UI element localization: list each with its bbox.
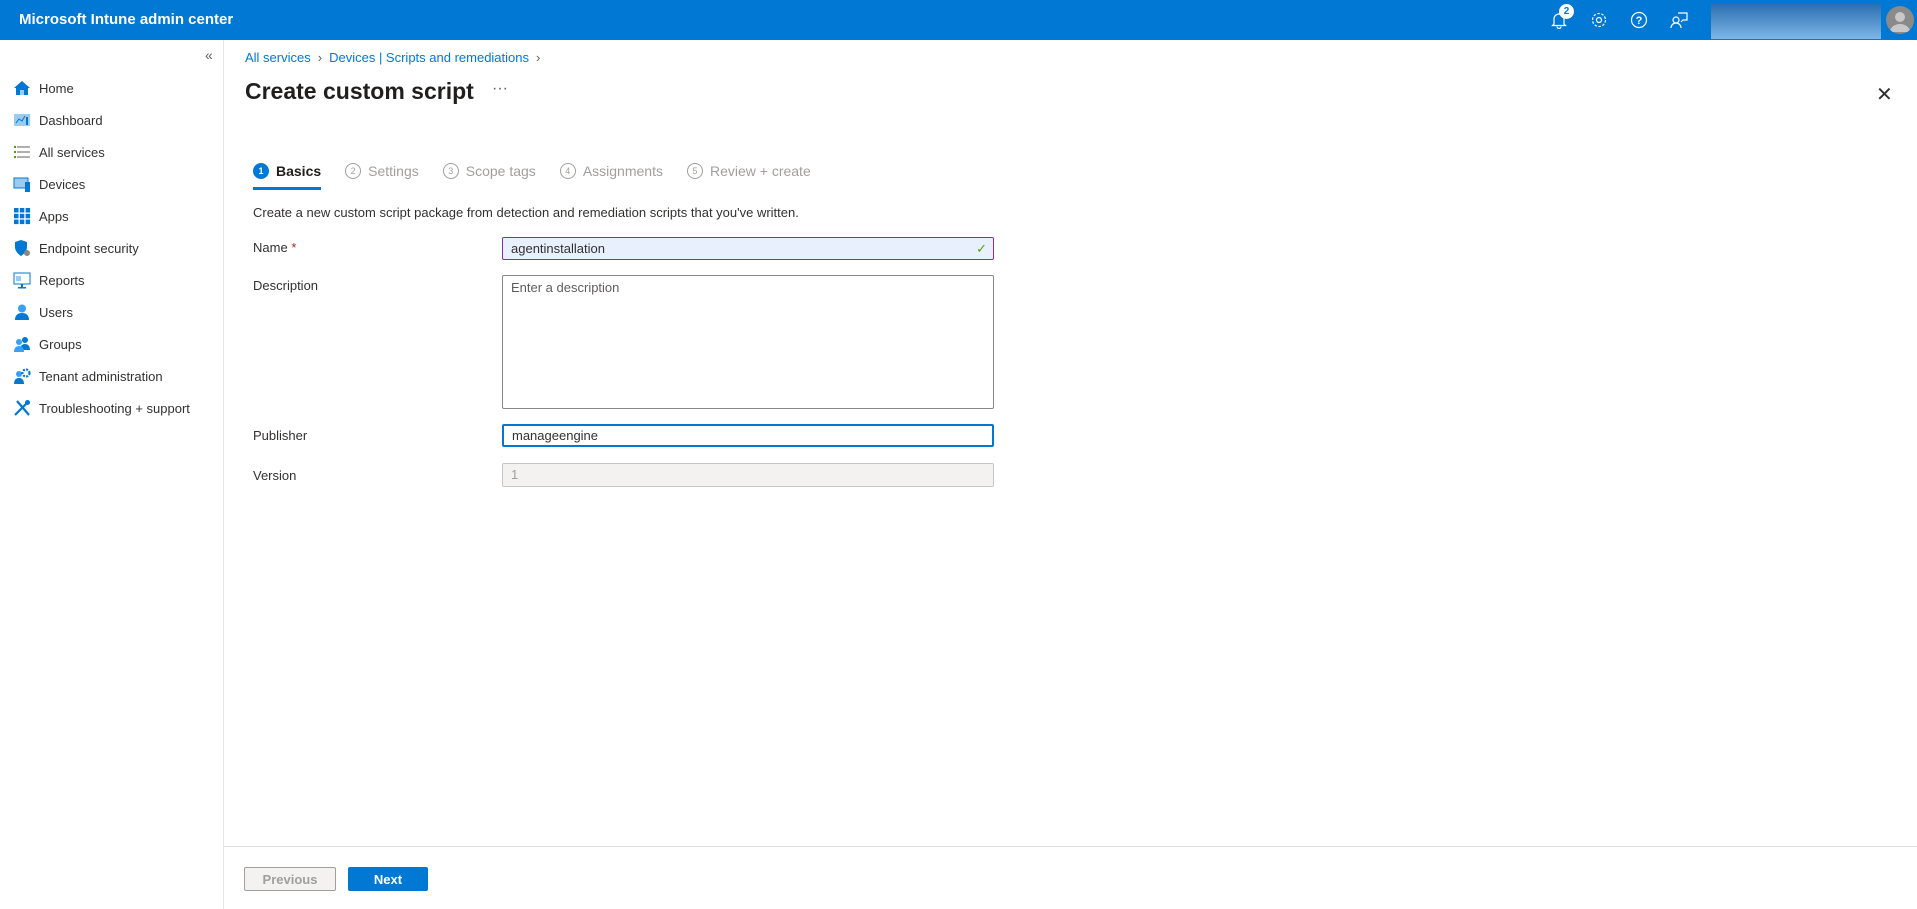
sidebar-item-label: All services — [39, 144, 105, 160]
sidebar-item-all-services[interactable]: All services — [0, 136, 223, 168]
settings-button[interactable] — [1587, 8, 1611, 32]
chevron-right-icon: › — [536, 50, 541, 65]
step-number: 4 — [559, 163, 576, 179]
gear-icon — [1591, 12, 1607, 28]
step-label: Review + create — [709, 163, 811, 179]
version-label: Version — [253, 468, 297, 483]
intro-text: Create a new custom script package from … — [253, 205, 799, 220]
step-number: 2 — [345, 163, 362, 179]
name-input[interactable]: agentinstallation ✓ — [502, 237, 994, 260]
name-label: Name * — [253, 240, 296, 255]
footer-divider — [224, 846, 1917, 847]
sidebar: « Home Dashboard All services Devices Apps En… — [0, 40, 224, 909]
close-icon[interactable]: ✕ — [1876, 82, 1893, 107]
tab-basics[interactable]: 1 Basics — [253, 161, 322, 190]
step-number: 1 — [253, 163, 269, 179]
sidebar-item-label: Groups — [39, 336, 82, 352]
sidebar-item-label: Troubleshooting + support — [39, 400, 190, 416]
sidebar-item-label: Apps — [39, 208, 69, 224]
publisher-input[interactable]: manageengine — [502, 424, 994, 447]
sidebar-item-users[interactable]: Users — [0, 296, 223, 328]
sidebar-item-apps[interactable]: Apps — [0, 200, 223, 232]
breadcrumb-devices-scripts[interactable]: Devices | Scripts and remediations — [329, 50, 529, 65]
check-icon: ✓ — [976, 241, 987, 256]
page-title: Create custom script — [245, 78, 474, 104]
chevron-right-icon: › — [317, 50, 323, 65]
name-label-text: Name — [253, 240, 288, 255]
help-icon: ? — [1630, 11, 1648, 29]
step-label: Settings — [368, 163, 419, 179]
step-label: Basics — [276, 163, 322, 179]
notification-badge: 2 — [1559, 4, 1574, 19]
tab-review-create[interactable]: 5 Review + create — [686, 161, 811, 181]
sidebar-item-dashboard[interactable]: Dashboard — [0, 104, 223, 136]
description-input[interactable] — [502, 275, 994, 409]
help-button[interactable]: ? — [1627, 8, 1651, 32]
devices-icon — [13, 175, 31, 193]
tab-scope-tags[interactable]: 3 Scope tags — [442, 161, 536, 181]
groups-icon — [13, 335, 31, 353]
shield-icon — [13, 239, 31, 257]
sidebar-item-tenant-administration[interactable]: Tenant administration — [0, 360, 223, 392]
sidebar-item-label: Tenant administration — [39, 368, 163, 384]
sidebar-item-label: Devices — [39, 176, 86, 192]
sidebar-item-label: Dashboard — [39, 112, 103, 128]
step-number: 5 — [686, 163, 703, 179]
top-bar: Microsoft Intune admin center 2 ? — [0, 0, 1917, 40]
collapse-sidebar-button[interactable]: « — [205, 47, 213, 63]
dashboard-icon — [13, 111, 31, 129]
step-label: Assignments — [582, 163, 663, 179]
previous-button[interactable]: Previous — [244, 867, 336, 891]
breadcrumb-all-services[interactable]: All services — [245, 50, 311, 65]
sidebar-item-label: Endpoint security — [39, 240, 139, 256]
avatar[interactable] — [1886, 6, 1914, 34]
sidebar-item-devices[interactable]: Devices — [0, 168, 223, 200]
sidebar-item-label: Reports — [39, 272, 85, 288]
tab-assignments[interactable]: 4 Assignments — [559, 161, 663, 181]
tab-settings[interactable]: 2 Settings — [345, 161, 419, 181]
publisher-label: Publisher — [253, 428, 308, 443]
app-title: Microsoft Intune admin center — [19, 11, 234, 28]
sidebar-item-label: Home — [39, 80, 74, 96]
notifications-button[interactable]: 2 — [1547, 4, 1574, 32]
feedback-button[interactable] — [1667, 8, 1691, 32]
breadcrumb: All services › Devices | Scripts and remed… — [245, 50, 547, 65]
version-input: 1 — [502, 463, 994, 487]
user-icon — [13, 303, 31, 321]
list-icon — [13, 143, 31, 161]
required-mark: * — [291, 240, 297, 255]
tools-icon — [13, 399, 31, 417]
name-value: agentinstallation — [511, 241, 605, 256]
person-icon — [1890, 12, 1910, 32]
sidebar-item-home[interactable]: Home — [0, 72, 223, 104]
description-label: Description — [253, 278, 319, 293]
step-number: 3 — [442, 163, 459, 179]
sidebar-item-label: Users — [39, 304, 73, 320]
more-options-button[interactable]: ··· — [492, 80, 508, 98]
sidebar-item-groups[interactable]: Groups — [0, 328, 223, 360]
reports-icon — [13, 271, 31, 289]
sidebar-item-endpoint-security[interactable]: Endpoint security — [0, 232, 223, 264]
svg-text:?: ? — [1636, 15, 1643, 27]
sidebar-item-troubleshooting-support[interactable]: Troubleshooting + support — [0, 392, 223, 424]
next-button[interactable]: Next — [348, 867, 428, 891]
sidebar-nav: Home Dashboard All services Devices Apps Endp… — [0, 72, 223, 424]
home-icon — [13, 79, 31, 97]
account-info[interactable] — [1711, 4, 1881, 39]
main-content: All services › Devices | Scripts and remed… — [224, 40, 1917, 909]
tenant-admin-icon — [13, 367, 31, 385]
step-label: Scope tags — [465, 163, 536, 179]
apps-icon — [13, 207, 31, 225]
sidebar-item-reports[interactable]: Reports — [0, 264, 223, 296]
feedback-icon — [1670, 12, 1688, 29]
wizard-steps: 1 Basics 2 Settings 3 Scope tags 4 Assignments 5… — [253, 161, 835, 190]
